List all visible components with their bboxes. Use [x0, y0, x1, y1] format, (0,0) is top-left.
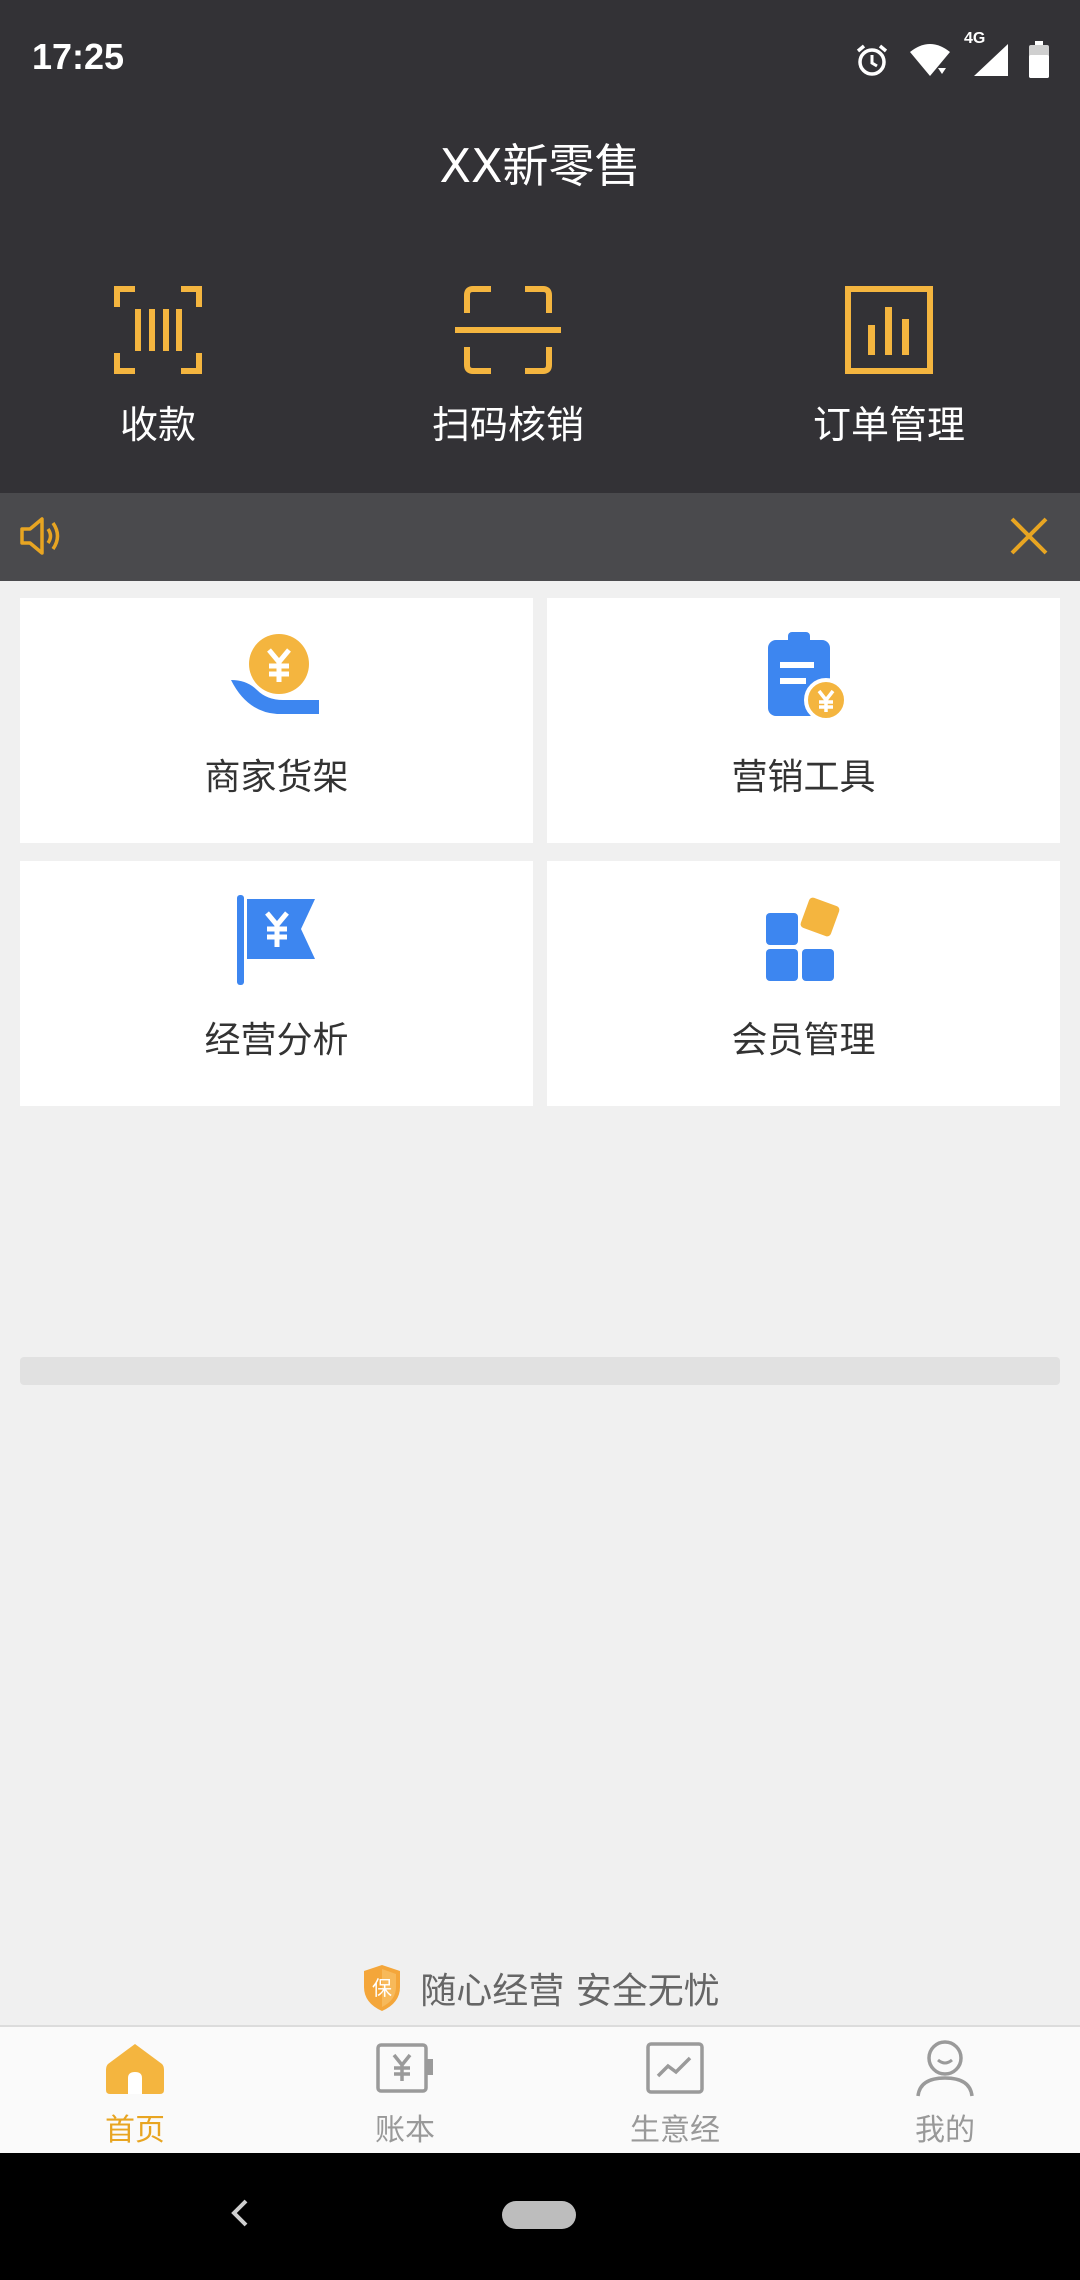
clipboard-yuan-icon: [767, 632, 848, 722]
collect-payment-button[interactable]: 收款: [38, 280, 278, 450]
close-icon[interactable]: [1004, 511, 1054, 561]
back-icon[interactable]: [228, 2195, 252, 2231]
bar-chart-icon: [845, 286, 933, 374]
quick-action-label: 扫码核销: [431, 403, 584, 447]
home-icon: [106, 2044, 164, 2094]
shield-badge: 保: [372, 1976, 392, 2000]
screen: 17:25 4G XX新零售 收款 扫码核销 订单管理 商家货架 营销工具 经营…: [0, 0, 1080, 2280]
wifi-icon: [910, 44, 950, 76]
status-time: 17:25: [32, 36, 125, 77]
tab-label: 生意经: [630, 2113, 720, 2148]
marketing-tools-card[interactable]: 营销工具: [547, 598, 1060, 843]
network-type: 4G: [964, 30, 986, 47]
header: 17:25 4G XX新零售 收款 扫码核销 订单管理: [0, 0, 1080, 493]
banner-placeholder: [20, 1357, 1060, 1385]
page-title: XX新零售: [439, 139, 641, 193]
quick-action-label: 收款: [119, 403, 196, 447]
business-analysis-card[interactable]: 经营分析: [20, 861, 533, 1106]
quick-action-label: 订单管理: [812, 403, 965, 447]
bottom-tab-bar: 首页 账本 生意经 我的: [0, 2025, 1080, 2153]
scan-icon: [455, 286, 561, 374]
slogan-text: 随心经营 安全无忧: [420, 1971, 720, 2012]
notice-bar: [0, 493, 1080, 581]
member-management-card[interactable]: 会员管理: [547, 861, 1060, 1106]
quick-actions: 收款 扫码核销 订单管理: [0, 280, 1080, 450]
tab-profile[interactable]: 我的: [845, 2035, 1045, 2150]
security-slogan: 保 随心经营 安全无忧: [0, 1958, 1080, 2018]
trend-icon: [646, 2042, 704, 2094]
tab-ledger[interactable]: 账本: [305, 2035, 505, 2150]
profile-icon: [916, 2040, 974, 2097]
speaker-icon: [20, 517, 60, 555]
tab-label: 首页: [105, 2113, 165, 2148]
battery-icon: [1029, 41, 1049, 78]
card-label: 营销工具: [731, 757, 876, 798]
home-pill[interactable]: [502, 2201, 576, 2229]
barcode-icon: [114, 286, 202, 374]
scan-verify-button[interactable]: 扫码核销: [388, 280, 628, 450]
shield-icon: 保: [364, 1965, 401, 2011]
yuan-hand-icon: [230, 634, 319, 714]
tab-business[interactable]: 生意经: [575, 2035, 775, 2150]
yuan-flag-icon: [236, 895, 315, 985]
status-icons: 4G: [854, 30, 1050, 84]
blocks-icon: [765, 897, 839, 981]
cell-signal: 4G: [964, 30, 1010, 78]
order-management-button[interactable]: 订单管理: [769, 280, 1009, 450]
card-label: 商家货架: [204, 757, 349, 798]
card-label: 经营分析: [204, 1020, 349, 1061]
tab-label: 账本: [375, 2113, 435, 2148]
tab-home[interactable]: 首页: [35, 2035, 235, 2150]
card-label: 会员管理: [731, 1020, 876, 1061]
merchant-shelf-card[interactable]: 商家货架: [20, 598, 533, 843]
ledger-icon: [376, 2043, 433, 2093]
tab-label: 我的: [915, 2113, 975, 2148]
system-nav-bar: [0, 2153, 1080, 2280]
alarm-icon: [856, 44, 888, 76]
